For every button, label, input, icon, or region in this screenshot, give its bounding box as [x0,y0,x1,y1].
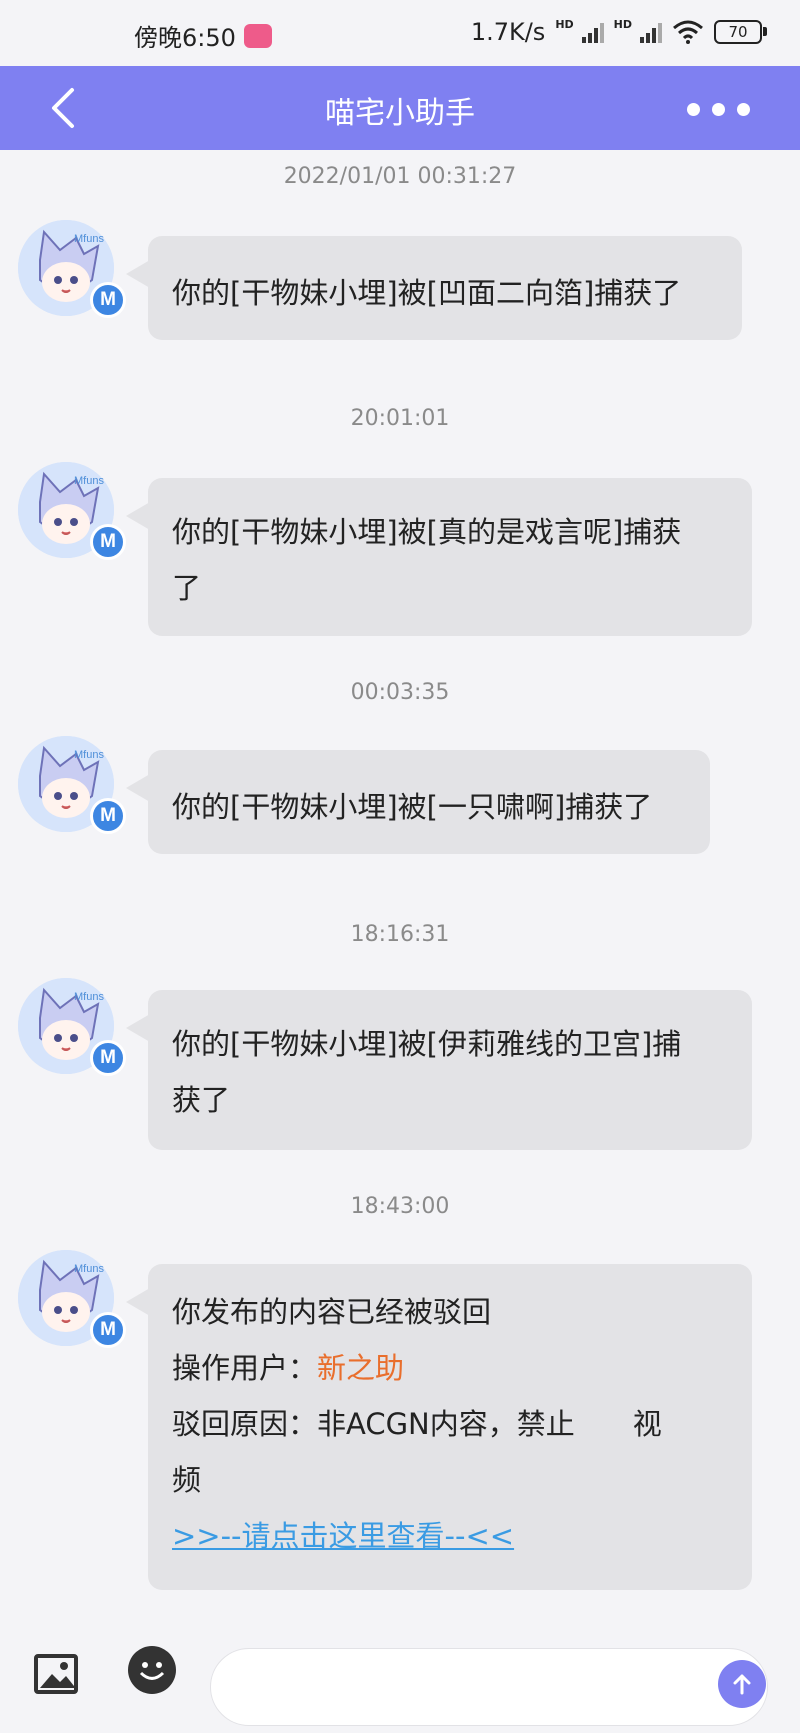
more-button[interactable] [672,94,764,124]
emoji-icon[interactable] [128,1646,176,1694]
cell-signal-icon-2 [640,21,662,43]
message-text: 你的[干物妹小埋]被[一只啸啊]捕获了 [172,790,653,824]
svg-text:Mfuns: Mfuns [74,749,104,761]
operator-name[interactable]: 新之助 [317,1351,404,1385]
input-bar [0,1640,800,1733]
verified-badge: M [90,524,126,560]
status-indicators: 1.7K/s HD HD 70 [470,18,767,46]
send-button[interactable] [718,1660,766,1708]
reason-line: 驳回原因：非ACGN内容，禁止 视 [172,1407,662,1441]
view-details-link[interactable]: >>--请点击这里查看--<< [172,1508,728,1564]
verified-badge: M [90,282,126,318]
message-text-line: 获了 [172,1083,231,1117]
more-dot-icon [686,102,700,116]
message-text-line: 你的[干物妹小埋]被[伊莉雅线的卫宫]捕 [172,1027,682,1061]
avatar[interactable]: Mfuns M [18,220,126,318]
message-text: 你的[干物妹小埋]被[凹面二向箔]捕获了 [172,276,682,310]
message-bubble[interactable]: 你的[干物妹小埋]被[一只啸啊]捕获了 [126,750,710,854]
operator-line: 操作用户：新之助 [172,1340,728,1396]
message-text-line: 你的[干物妹小埋]被[真的是戏言呢]捕获 [172,515,682,549]
message-timestamp: 20:01:01 [350,406,450,431]
message-text-line: 了 [172,571,202,605]
more-dot-icon [736,102,750,116]
avatar[interactable]: Mfuns M [18,1250,126,1348]
arrow-up-icon [733,1674,751,1695]
message-timestamp: 00:03:35 [350,680,450,705]
network-speed: 1.7K/s [470,18,546,46]
svg-text:Mfuns: Mfuns [74,991,104,1003]
battery-icon: 70 [714,20,767,44]
status-time: 傍晚6:50 [134,24,236,52]
hd-label-1: HD [555,18,574,31]
image-icon[interactable] [34,1652,78,1696]
message-timestamp: 2022/01/01 00:31:27 [283,164,517,189]
svg-text:Mfuns: Mfuns [74,475,104,487]
message-input[interactable] [210,1648,768,1726]
status-bar: 傍晚6:50 1.7K/s HD HD 70 [0,0,800,66]
message-bubble[interactable]: 你的[干物妹小埋]被[真的是戏言呢]捕获 了 [126,478,752,636]
verified-badge: M [90,1040,126,1076]
rejection-notice: 你发布的内容已经被驳回 [172,1295,492,1329]
avatar[interactable]: Mfuns M [18,462,126,560]
reason-line-cont: 频 [172,1463,202,1497]
verified-badge: M [90,798,126,834]
operator-label: 操作用户： [172,1351,318,1385]
rejection-message-bubble[interactable]: 你发布的内容已经被驳回 操作用户：新之助 驳回原因：非ACGN内容，禁止 视 频… [126,1264,752,1590]
message-bubble[interactable]: 你的[干物妹小埋]被[伊莉雅线的卫宫]捕 获了 [126,990,752,1150]
avatar[interactable]: Mfuns M [18,978,126,1076]
status-time-group: 傍晚6:50 [134,18,272,53]
title-bar: 喵宅小助手 [0,66,800,150]
bilibili-icon [243,23,272,48]
verified-badge: M [90,1312,126,1348]
wifi-icon [673,20,703,44]
more-dot-icon [711,102,725,116]
svg-text:Mfuns: Mfuns [74,233,104,245]
cell-signal-icon [581,21,604,43]
message-timestamp: 18:43:00 [350,1194,450,1219]
svg-text:Mfuns: Mfuns [74,1263,104,1275]
message-timestamp: 18:16:31 [350,922,450,947]
avatar[interactable]: Mfuns M [18,736,126,834]
message-bubble[interactable]: 你的[干物妹小埋]被[凹面二向箔]捕获了 [126,236,742,340]
hd-label-2: HD [613,18,632,31]
